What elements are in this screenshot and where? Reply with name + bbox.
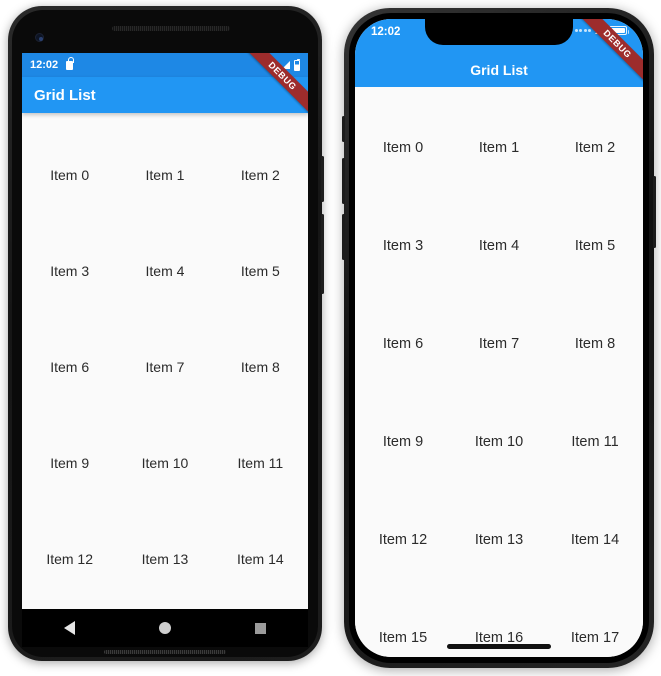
android-earpiece-speaker [112,26,230,31]
grid-item[interactable]: Item 7 [117,319,212,415]
grid-item[interactable]: Item 17 [547,589,643,657]
grid-item[interactable]: Item 4 [451,197,547,295]
wifi-icon [266,61,278,69]
ios-status-time: 12:02 [371,26,401,38]
grid-item[interactable]: Item 11 [213,415,308,511]
grid-item[interactable]: Item 4 [117,223,212,319]
grid-item[interactable]: Item 15 [355,589,451,657]
ios-screen: 12:02 Grid List Item 0 Item 1 Item 2 Item 3… [355,19,643,657]
lock-icon [66,56,74,70]
grid-item[interactable]: Item 3 [22,223,117,319]
android-bottom-speaker [104,650,226,654]
android-power-button[interactable] [321,156,324,202]
battery-icon [294,58,300,71]
ios-notch [425,19,573,45]
grid-item[interactable]: Item 10 [451,393,547,491]
wifi-icon [595,27,605,34]
ios-status-icons [574,26,629,35]
grid-item[interactable]: Item 14 [213,511,308,607]
grid-item[interactable]: Item 1 [117,127,212,223]
grid-item[interactable]: Item 0 [355,99,451,197]
android-grid-list[interactable]: Item 0 Item 1 Item 2 Item 3 Item 4 Item 5 Item… [22,113,308,607]
android-volume-button[interactable] [321,214,324,294]
grid-item[interactable]: Item 6 [355,295,451,393]
android-navigation-bar[interactable] [22,609,308,647]
grid-item[interactable]: Item 12 [22,511,117,607]
grid-item[interactable]: Item 7 [451,295,547,393]
ios-app-bar-title: Grid List [470,62,528,78]
ios-power-button[interactable] [653,176,656,248]
back-button-icon[interactable] [64,621,75,635]
grid-item[interactable]: Item 6 [22,319,117,415]
grid-item[interactable]: Item 10 [117,415,212,511]
android-status-time: 12:02 [30,59,59,71]
grid-item[interactable]: Item 11 [547,393,643,491]
grid-item[interactable]: Item 2 [213,127,308,223]
ios-app-bar: Grid List [355,53,643,87]
battery-icon [609,26,629,35]
grid-item[interactable]: Item 13 [451,491,547,589]
ios-volume-down-button[interactable] [342,214,345,260]
home-button-icon[interactable] [159,622,171,634]
ios-mute-switch[interactable] [342,116,345,142]
grid-item[interactable]: Item 8 [213,319,308,415]
android-app-bar-title: Grid List [34,86,96,104]
signal-icon [282,61,290,69]
grid-item[interactable]: Item 13 [117,511,212,607]
android-device-frame: 12:02 Grid List Item 0 Item 1 Item 2 Item 3… [8,6,324,661]
grid-item[interactable]: Item 14 [547,491,643,589]
android-status-icons [266,58,300,71]
ios-grid-list[interactable]: Item 0 Item 1 Item 2 Item 3 Item 4 Item 5 Item… [355,87,643,657]
android-front-camera [35,33,44,42]
signal-dots-icon [574,29,591,32]
android-screen: 12:02 Grid List Item 0 Item 1 Item 2 Item 3… [22,53,308,609]
grid-item[interactable]: Item 5 [547,197,643,295]
grid-item[interactable]: Item 5 [213,223,308,319]
recents-button-icon[interactable] [255,622,266,634]
ios-volume-up-button[interactable] [342,158,345,204]
grid-item[interactable]: Item 0 [22,127,117,223]
grid-item[interactable]: Item 8 [547,295,643,393]
grid-item[interactable]: Item 3 [355,197,451,295]
grid-item[interactable]: Item 9 [22,415,117,511]
ios-device-frame: 12:02 Grid List Item 0 Item 1 Item 2 Item 3… [342,8,656,668]
android-status-bar: 12:02 [22,53,308,77]
grid-item[interactable]: Item 9 [355,393,451,491]
android-app-bar: Grid List [22,77,308,113]
grid-item[interactable]: Item 1 [451,99,547,197]
grid-item[interactable]: Item 12 [355,491,451,589]
ios-home-indicator[interactable] [447,644,551,649]
grid-item[interactable]: Item 2 [547,99,643,197]
